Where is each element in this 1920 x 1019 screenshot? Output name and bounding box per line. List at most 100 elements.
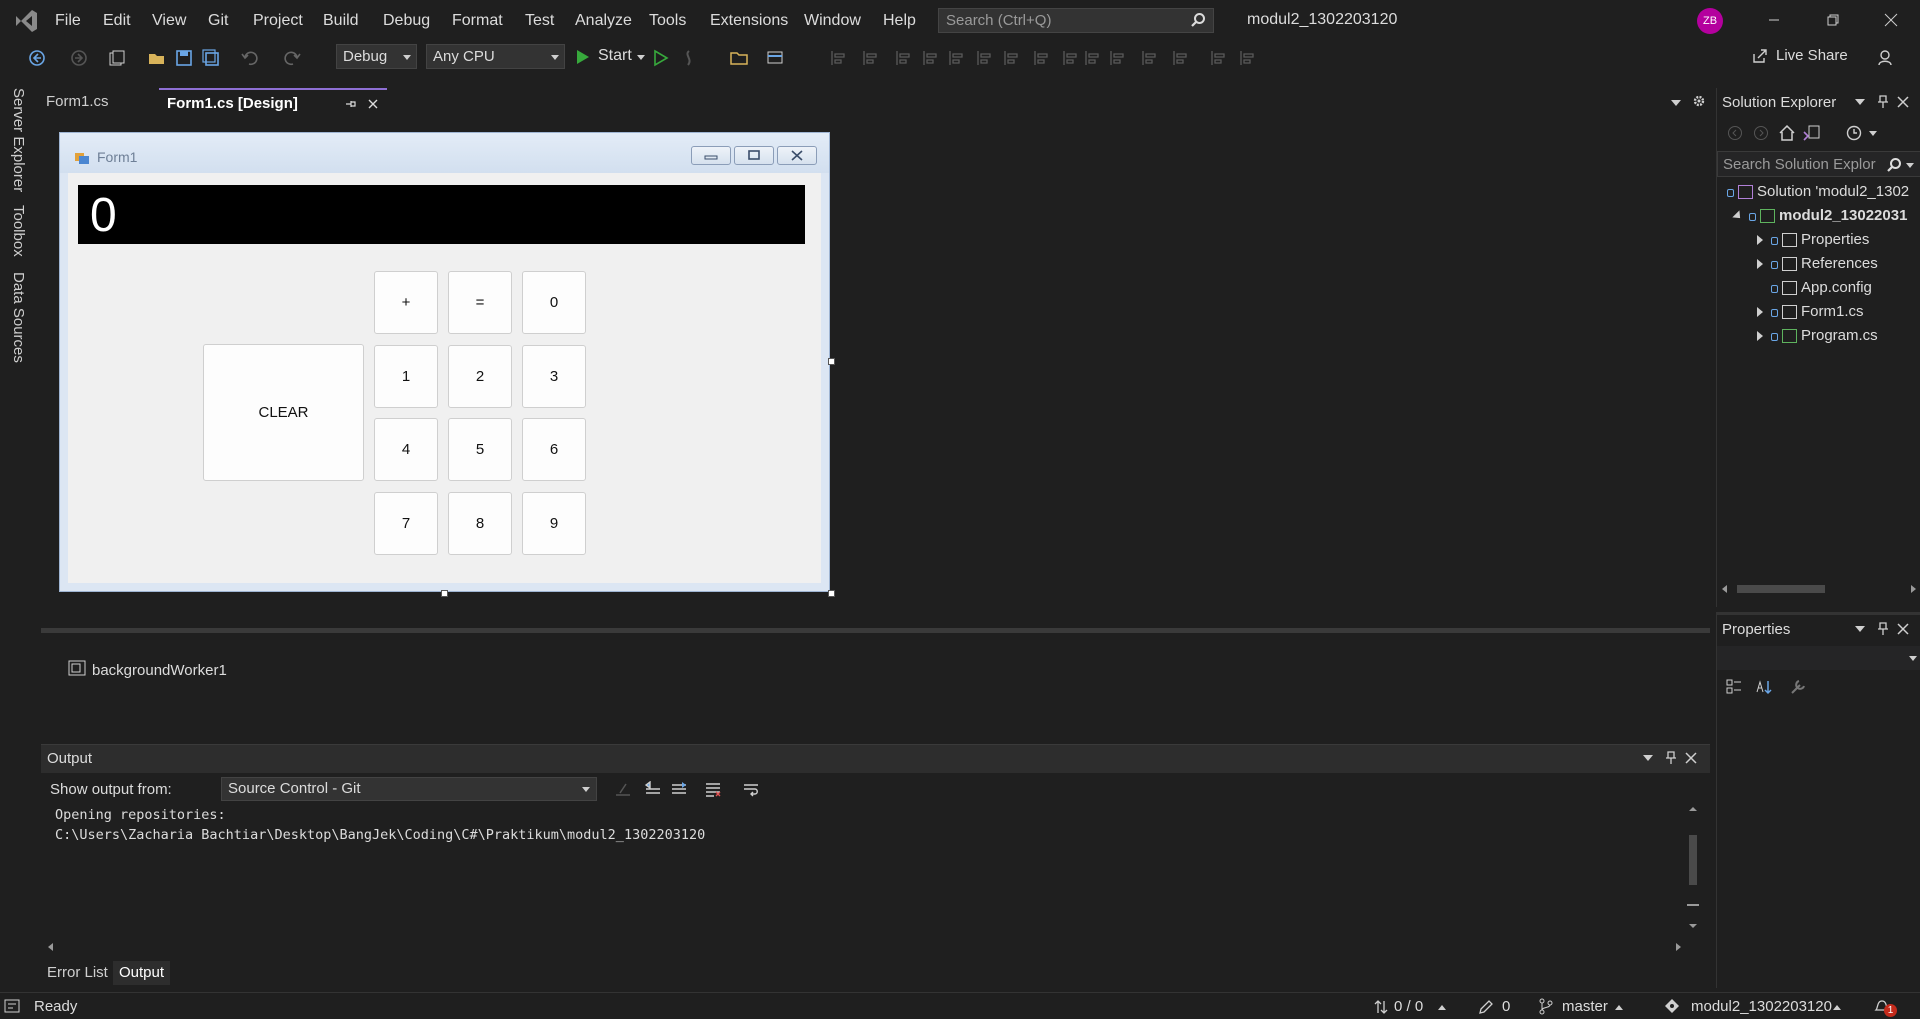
calc-button[interactable]: 2 — [448, 345, 512, 408]
close-icon[interactable] — [1897, 623, 1909, 635]
zoom-icon[interactable] — [1108, 49, 1126, 67]
calc-button[interactable]: 8 — [448, 492, 512, 555]
output-source-dropdown[interactable]: Source Control - Git — [221, 777, 597, 801]
layout-icon[interactable] — [766, 49, 784, 67]
expand-icon[interactable] — [1757, 235, 1763, 245]
chevron-up-icon[interactable] — [1833, 1005, 1841, 1010]
hot-reload-icon[interactable] — [680, 49, 698, 67]
gear-icon[interactable] — [1692, 94, 1706, 108]
search-input[interactable]: Search (Ctrl+Q) — [938, 8, 1214, 33]
resize-handle-right[interactable] — [828, 358, 835, 365]
tab-server-explorer[interactable]: Server Explorer — [10, 88, 27, 192]
chevron-down-icon[interactable] — [1643, 755, 1653, 761]
calc-button[interactable]: 6 — [522, 418, 586, 481]
chevron-down-icon[interactable] — [1855, 99, 1865, 105]
menu-test[interactable]: Test — [523, 0, 556, 41]
chevron-down-icon[interactable] — [1855, 626, 1865, 632]
align-top-icon[interactable] — [947, 49, 965, 67]
close-tab-icon[interactable] — [367, 98, 379, 110]
calc-button[interactable]: + — [374, 271, 438, 334]
calc-button[interactable]: 0 — [522, 271, 586, 334]
redo-icon[interactable] — [284, 49, 302, 67]
status-repo[interactable]: modul2_1302203120 — [1691, 998, 1832, 1015]
tab-toolbox[interactable]: Toolbox — [10, 205, 27, 257]
navigate-back-icon[interactable] — [28, 49, 46, 67]
form-maximize-button[interactable] — [734, 146, 774, 165]
output-vertical-scrollbar[interactable] — [1686, 805, 1700, 930]
bring-to-grid-icon[interactable] — [829, 49, 847, 67]
menu-analyze[interactable]: Analyze — [573, 0, 634, 41]
previous-message-icon[interactable] — [644, 781, 662, 797]
start-without-debugging-icon[interactable] — [652, 49, 670, 67]
menu-git[interactable]: Git — [206, 0, 230, 41]
solution-configuration-dropdown[interactable]: Debug — [336, 44, 417, 69]
clear-button[interactable]: CLEAR — [203, 344, 364, 481]
tab-output[interactable]: Output — [113, 961, 171, 985]
clear-all-icon[interactable] — [704, 781, 722, 797]
chevron-down-icon[interactable] — [1869, 131, 1877, 136]
calc-button[interactable]: 1 — [374, 345, 438, 408]
tree-item[interactable]: App.config — [1717, 276, 1920, 300]
property-pages-icon[interactable] — [1789, 678, 1807, 696]
calc-button[interactable]: 9 — [522, 492, 586, 555]
align-right-icon[interactable] — [921, 49, 939, 67]
align-bottom-icon[interactable] — [1002, 49, 1020, 67]
equal-vertical-icon[interactable] — [1171, 49, 1189, 67]
menu-edit[interactable]: Edit — [101, 0, 133, 41]
menu-project[interactable]: Project — [251, 0, 305, 41]
tree-item[interactable]: modul2_13022031 — [1717, 204, 1920, 228]
align-center-icon[interactable] — [894, 49, 912, 67]
calc-button[interactable]: = — [448, 271, 512, 334]
tree-item[interactable]: Program.cs — [1717, 324, 1920, 348]
forward-icon[interactable] — [1753, 125, 1769, 141]
align-left-icon[interactable] — [861, 49, 879, 67]
menu-extensions[interactable]: Extensions — [708, 0, 790, 41]
avatar[interactable]: ZB — [1697, 8, 1723, 34]
solution-search-input[interactable]: Search Solution Explor — [1717, 151, 1920, 177]
equal-horizontal-icon[interactable] — [1140, 49, 1158, 67]
resize-handle-corner[interactable] — [828, 590, 835, 597]
undo-icon[interactable] — [240, 49, 258, 67]
status-branch[interactable]: master — [1562, 998, 1608, 1015]
status-commits[interactable]: 0 / 0 — [1394, 998, 1423, 1015]
find-message-icon[interactable] — [614, 781, 632, 797]
output-horizontal-scrollbar[interactable] — [47, 941, 1682, 953]
align-middle-icon[interactable] — [975, 49, 993, 67]
switch-views-icon[interactable] — [1803, 124, 1821, 142]
menu-window[interactable]: Window — [802, 0, 863, 41]
tab-data-sources[interactable]: Data Sources — [10, 272, 27, 363]
menu-build[interactable]: Build — [321, 0, 361, 41]
menu-help[interactable]: Help — [881, 0, 918, 41]
expand-icon[interactable] — [1209, 49, 1227, 67]
form-close-button[interactable] — [777, 146, 817, 165]
history-icon[interactable] — [1845, 124, 1863, 142]
tree-item[interactable]: Solution 'modul2_1302 — [1717, 180, 1920, 204]
pin-icon[interactable] — [1877, 95, 1889, 109]
pin-icon[interactable] — [345, 98, 357, 110]
tab-overflow-chevron-icon[interactable] — [1671, 100, 1681, 106]
save-icon[interactable] — [175, 49, 193, 67]
next-message-icon[interactable] — [670, 781, 688, 797]
tab-form1-design[interactable]: Form1.cs [Design] — [159, 88, 387, 115]
tab-error-list[interactable]: Error List — [41, 961, 114, 985]
calc-button[interactable]: 7 — [374, 492, 438, 555]
vertical-spacing-icon[interactable] — [1061, 49, 1079, 67]
pin-icon[interactable] — [1665, 751, 1677, 765]
word-wrap-icon[interactable] — [742, 781, 760, 797]
close-icon[interactable] — [1685, 752, 1697, 764]
save-all-icon[interactable] — [202, 49, 220, 67]
pin-icon[interactable] — [1877, 622, 1889, 636]
chevron-up-icon[interactable] — [1615, 1005, 1623, 1010]
status-pending-changes[interactable]: 0 — [1502, 998, 1510, 1015]
home-icon[interactable] — [1778, 124, 1796, 142]
restore-icon[interactable] — [1823, 10, 1843, 30]
feedback-icon[interactable] — [1876, 49, 1894, 67]
tree-item[interactable]: Form1.cs — [1717, 300, 1920, 324]
tree-item[interactable]: Properties — [1717, 228, 1920, 252]
expand-icon[interactable] — [1757, 307, 1763, 317]
tree-item[interactable]: References — [1717, 252, 1920, 276]
expand-icon[interactable] — [1757, 259, 1763, 269]
properties-object-dropdown[interactable] — [1717, 646, 1920, 670]
back-icon[interactable] — [1727, 125, 1743, 141]
calc-button[interactable]: 3 — [522, 345, 586, 408]
